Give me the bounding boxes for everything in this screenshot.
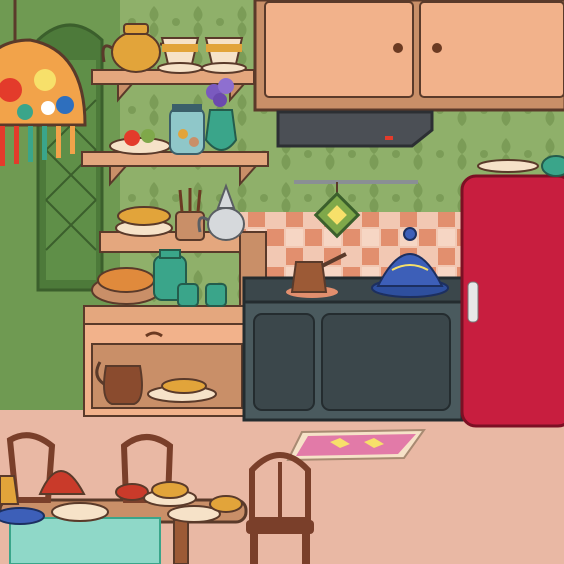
hood-icon <box>276 110 434 148</box>
rug-icon[interactable] <box>286 428 426 462</box>
fridge-icon[interactable] <box>460 155 564 428</box>
fridge-handle[interactable] <box>467 281 479 323</box>
utensils-icon[interactable] <box>175 188 205 241</box>
stove-icon[interactable] <box>242 276 464 422</box>
kitchen-scene <box>0 0 564 564</box>
kitchen-canvas <box>0 0 564 564</box>
bread-icon[interactable] <box>91 267 161 305</box>
plate-icon[interactable] <box>115 206 173 237</box>
cabinet-knob <box>432 43 442 53</box>
stove-door-left[interactable] <box>253 313 315 411</box>
vase-icon[interactable] <box>204 78 238 151</box>
cabinet-door-left[interactable] <box>264 1 414 98</box>
jar-icon[interactable] <box>169 104 205 155</box>
upper-cabinets[interactable] <box>253 0 564 112</box>
cabinet-knob <box>393 43 403 53</box>
stove-door-right[interactable] <box>321 313 451 411</box>
